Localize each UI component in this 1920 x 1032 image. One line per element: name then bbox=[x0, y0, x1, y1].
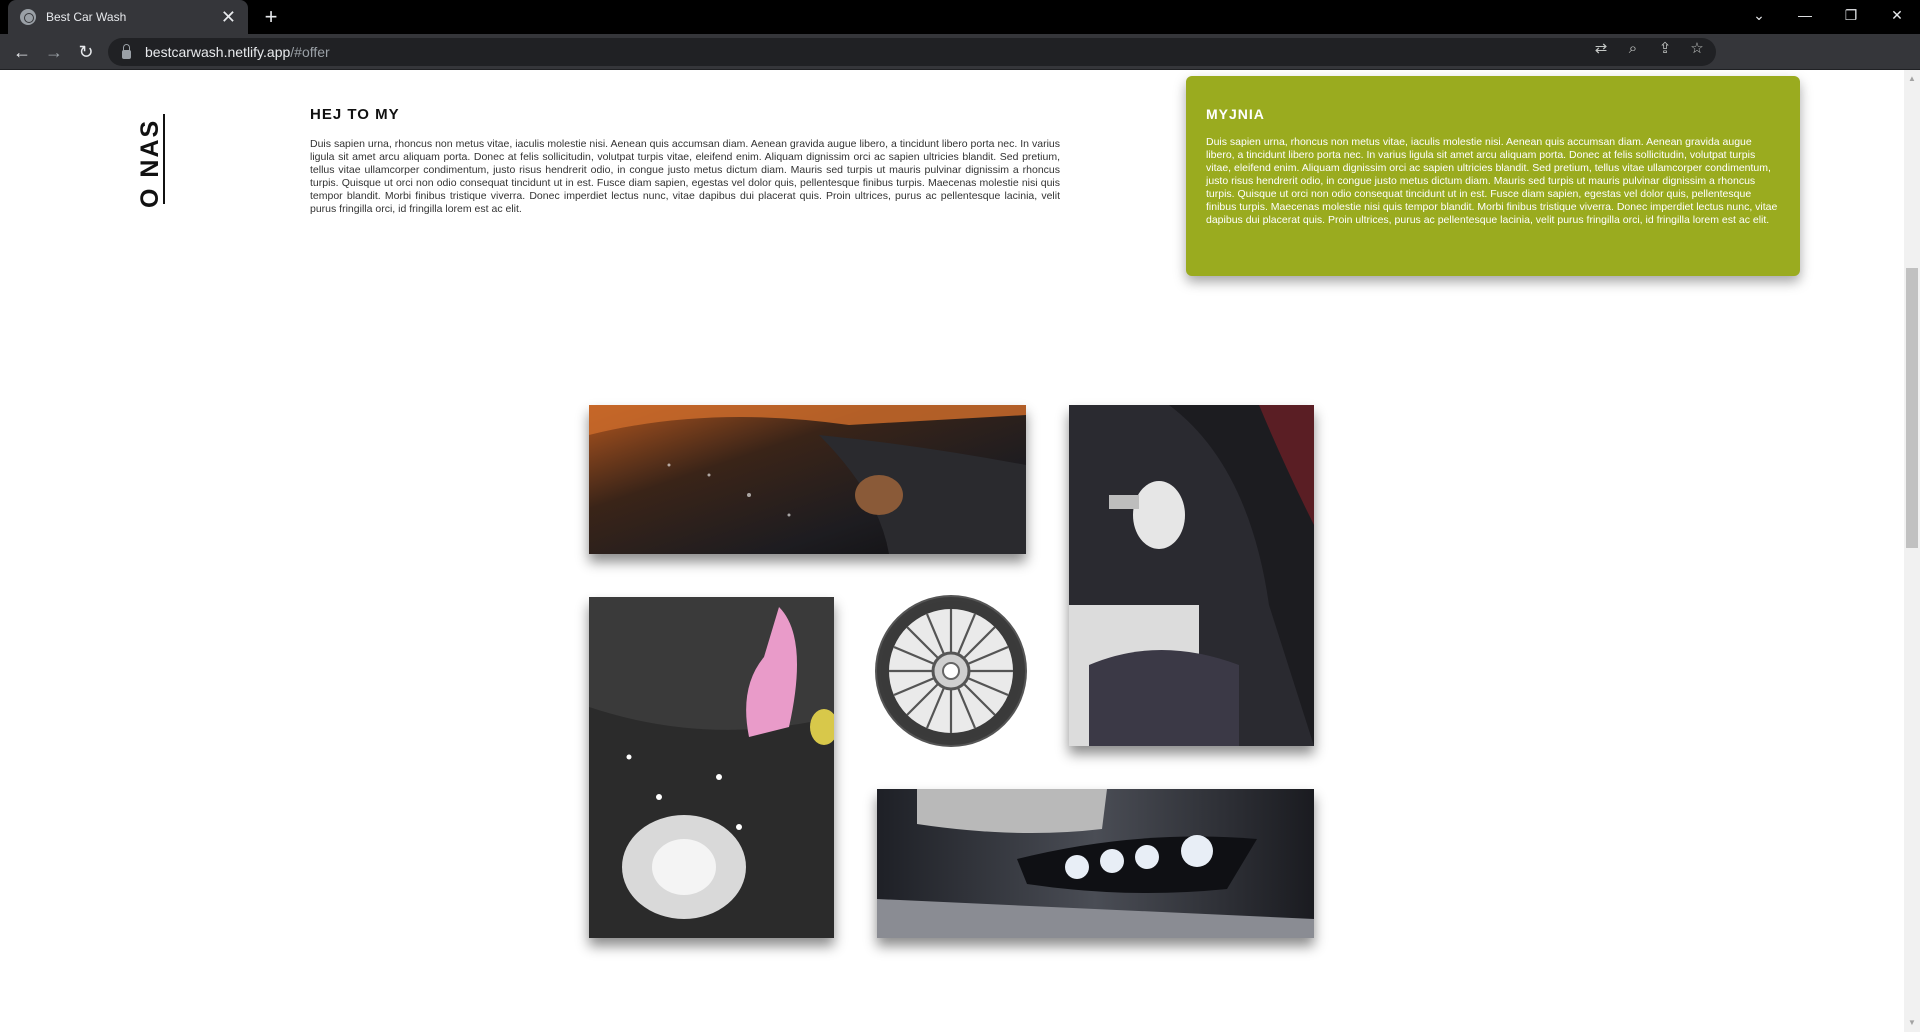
about-text: Duis sapien urna, rhoncus non metus vita… bbox=[310, 138, 1060, 215]
wheel-rim-image bbox=[877, 597, 1025, 745]
section-title-vertical: O NAS bbox=[136, 118, 164, 208]
tab-search-icon[interactable]: ⌄ bbox=[1736, 0, 1782, 34]
url-host: bestcarwash.netlify.app bbox=[145, 44, 291, 60]
browser-tab-bar: Best Car Wash ✕ + ⌄ — ❐ ✕ bbox=[0, 0, 1920, 34]
address-bar[interactable]: bestcarwash.netlify.app/#offer bbox=[108, 38, 1716, 66]
translate-icon[interactable]: ⇄ bbox=[1590, 38, 1612, 60]
new-tab-button[interactable]: + bbox=[258, 4, 284, 30]
offer-card-text: Duis sapien urna, rhoncus non metus vita… bbox=[1206, 136, 1778, 226]
bookmark-star-icon[interactable]: ☆ bbox=[1686, 38, 1708, 60]
car-wash-photo-1 bbox=[589, 405, 1026, 554]
car-headlight-photo bbox=[877, 789, 1314, 938]
about-heading: HEJ TO MY bbox=[310, 106, 400, 123]
headlight-wash-photo bbox=[589, 597, 834, 938]
lock-icon[interactable] bbox=[122, 43, 131, 59]
page-scrollbar[interactable] bbox=[1904, 70, 1920, 1032]
browser-toolbar: ← → ↻ bestcarwash.netlify.app/#offer ⇄ ⌕… bbox=[0, 34, 1920, 70]
minimize-button[interactable]: — bbox=[1782, 0, 1828, 34]
offer-card-heading: MYJNIA bbox=[1206, 106, 1265, 122]
scroll-down-icon[interactable]: ▼ bbox=[1904, 1016, 1920, 1030]
scroll-up-icon[interactable]: ▲ bbox=[1904, 72, 1920, 86]
close-window-button[interactable]: ✕ bbox=[1874, 0, 1920, 34]
back-button[interactable]: ← bbox=[8, 38, 36, 66]
tab-close-icon[interactable]: ✕ bbox=[221, 8, 236, 26]
restore-button[interactable]: ❐ bbox=[1828, 0, 1874, 34]
tab-title: Best Car Wash bbox=[46, 10, 127, 24]
globe-icon bbox=[20, 9, 36, 25]
forward-button[interactable]: → bbox=[40, 38, 68, 66]
scroll-thumb[interactable] bbox=[1906, 268, 1918, 548]
side-title-wrap: O NAS bbox=[136, 112, 166, 208]
car-interior-photo bbox=[1069, 405, 1314, 746]
offer-card: MYJNIA Duis sapien urna, rhoncus non met… bbox=[1186, 76, 1800, 276]
share-icon[interactable]: ⇪ bbox=[1654, 38, 1676, 60]
zoom-icon[interactable]: ⌕ bbox=[1622, 38, 1644, 60]
reload-button[interactable]: ↻ bbox=[72, 38, 100, 66]
browser-tab[interactable]: Best Car Wash ✕ bbox=[8, 0, 248, 34]
url-path: /#offer bbox=[290, 44, 330, 60]
